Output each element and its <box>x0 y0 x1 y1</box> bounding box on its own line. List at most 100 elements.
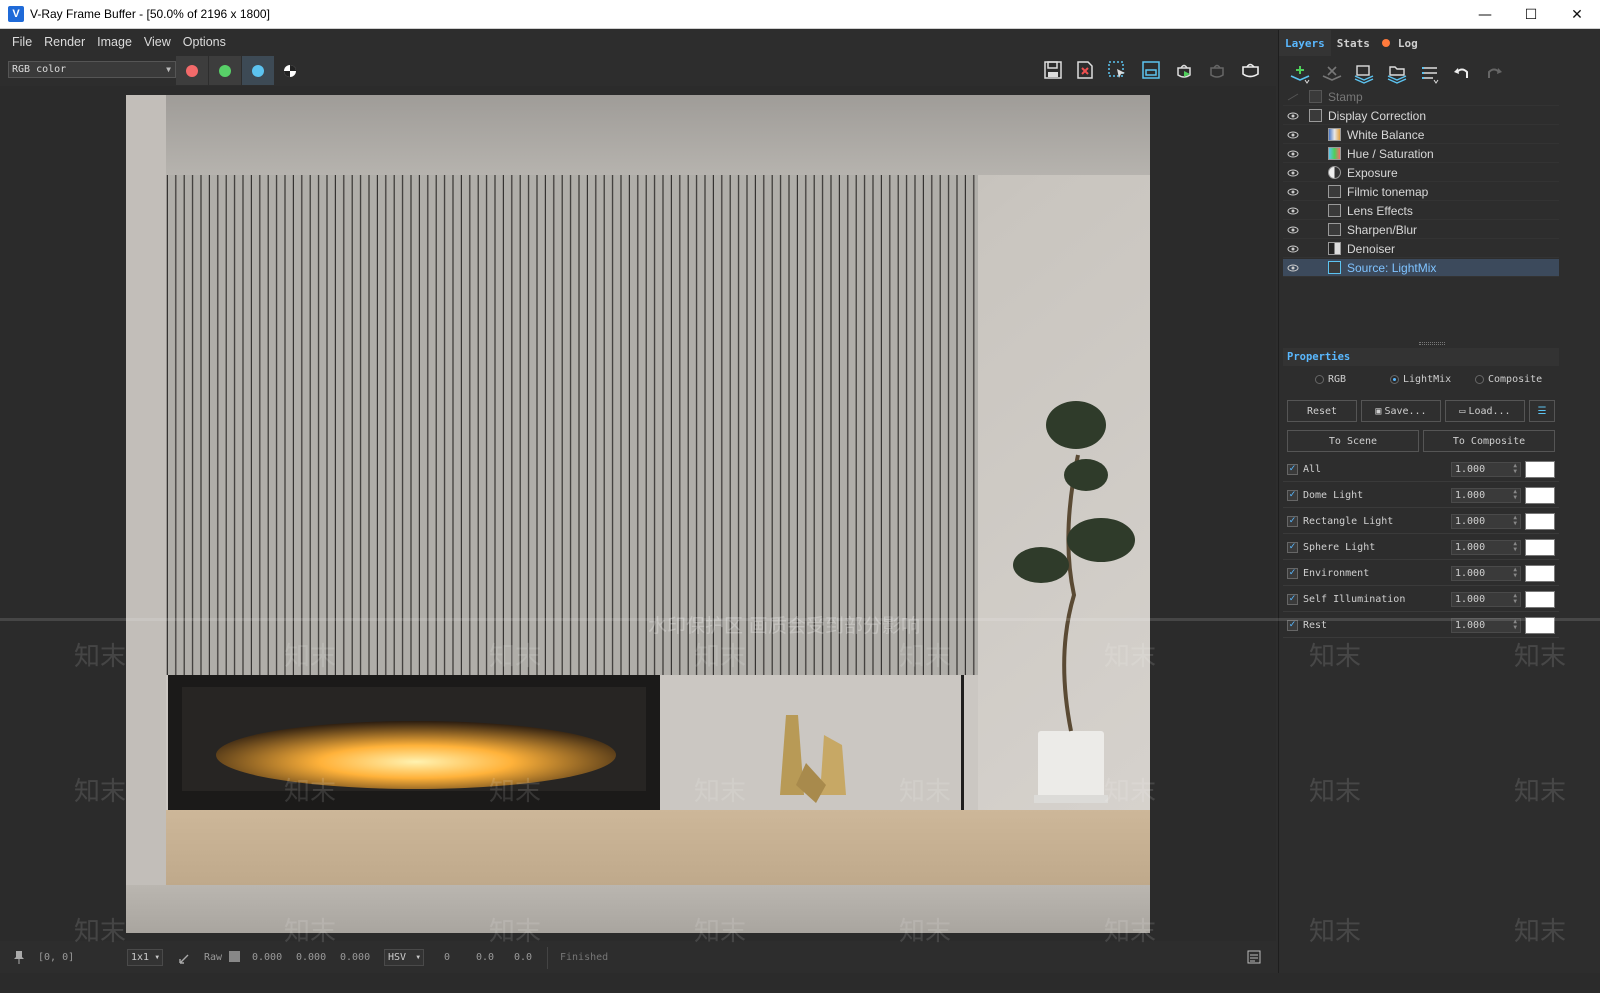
light-color-swatch[interactable] <box>1525 591 1555 608</box>
light-color-swatch[interactable] <box>1525 487 1555 504</box>
light-color-swatch[interactable] <box>1525 513 1555 530</box>
light-color-swatch[interactable] <box>1525 565 1555 582</box>
clear-image-button[interactable] <box>1072 58 1098 82</box>
tab-stats[interactable]: Stats <box>1331 30 1376 56</box>
layer-exposure[interactable]: Exposure <box>1283 164 1559 182</box>
minimize-button[interactable]: — <box>1462 0 1508 29</box>
rendered-image[interactable] <box>126 95 1150 933</box>
eye-icon[interactable] <box>1287 169 1299 177</box>
checkbox-checked-icon[interactable]: ✓ <box>1287 516 1298 527</box>
alpha-channel-button[interactable] <box>274 56 306 85</box>
save-image-button[interactable] <box>1040 58 1066 82</box>
checkbox-checked-icon[interactable]: ✓ <box>1287 594 1298 605</box>
mode-rgb-radio[interactable]: RGB <box>1315 374 1346 385</box>
menu-options[interactable]: Options <box>177 35 232 49</box>
light-color-swatch[interactable] <box>1525 617 1555 634</box>
eye-icon[interactable] <box>1287 226 1299 234</box>
close-button[interactable]: ✕ <box>1554 0 1600 29</box>
layer-stamp[interactable]: Stamp <box>1283 88 1559 106</box>
load-preset-button[interactable]: ▭ Load... <box>1445 400 1525 422</box>
color-picker-icon[interactable] <box>178 949 194 968</box>
eye-icon[interactable] <box>1287 131 1299 139</box>
layer-hue-saturation[interactable]: Hue / Saturation <box>1283 145 1559 163</box>
zoom-select[interactable]: 1x1 ▼ <box>127 949 163 966</box>
menu-image[interactable]: Image <box>91 35 138 49</box>
render-button[interactable] <box>1172 58 1198 82</box>
light-intensity-input[interactable]: 1.000 ▲ ▼ <box>1451 514 1521 529</box>
spinner-icon[interactable]: ▲ ▼ <box>1513 567 1517 579</box>
redo-button[interactable] <box>1479 61 1509 87</box>
menu-view[interactable]: View <box>138 35 177 49</box>
menu-file[interactable]: File <box>6 35 38 49</box>
red-channel-button[interactable] <box>176 56 208 85</box>
load-layer-tree-button[interactable] <box>1382 61 1412 87</box>
menu-render[interactable]: Render <box>38 35 91 49</box>
options-list-button[interactable]: ☰ <box>1529 400 1555 422</box>
pin-icon[interactable] <box>12 949 26 968</box>
light-intensity-input[interactable]: 1.000 ▲ ▼ <box>1451 462 1521 477</box>
layer-source-lightmix[interactable]: Source: LightMix <box>1283 259 1559 277</box>
light-color-swatch[interactable] <box>1525 539 1555 556</box>
mode-composite-radio[interactable]: Composite <box>1475 374 1542 385</box>
spinner-icon[interactable]: ▲ ▼ <box>1513 515 1517 527</box>
save-layer-tree-button[interactable] <box>1349 61 1379 87</box>
light-intensity-input[interactable]: 1.000 ▲ ▼ <box>1451 592 1521 607</box>
chevron-down-icon: ▼ <box>416 954 420 961</box>
layer-sharpen-blur[interactable]: Sharpen/Blur <box>1283 221 1559 239</box>
track-mouse-button[interactable] <box>1138 58 1164 82</box>
eye-hidden-icon[interactable] <box>1287 93 1299 101</box>
interactive-render-button[interactable] <box>1205 58 1231 82</box>
eye-icon[interactable] <box>1287 245 1299 253</box>
tab-layers[interactable]: Layers <box>1279 30 1331 56</box>
white-balance-icon <box>1328 128 1341 141</box>
eye-icon[interactable] <box>1287 188 1299 196</box>
eye-icon[interactable] <box>1287 207 1299 215</box>
panel-splitter[interactable] <box>1419 342 1445 345</box>
spinner-icon[interactable]: ▲ ▼ <box>1513 541 1517 553</box>
layer-label: Lens Effects <box>1347 203 1413 218</box>
light-color-swatch[interactable] <box>1525 461 1555 478</box>
layer-white-balance[interactable]: White Balance <box>1283 126 1559 144</box>
spinner-icon[interactable]: ▲ ▼ <box>1513 619 1517 631</box>
green-channel-button[interactable] <box>209 56 241 85</box>
alpha-icon <box>284 64 296 77</box>
stop-render-button[interactable] <box>1238 58 1264 82</box>
spinner-icon[interactable]: ▲ ▼ <box>1513 489 1517 501</box>
light-intensity-input[interactable]: 1.000 ▲ ▼ <box>1451 566 1521 581</box>
checkbox-checked-icon[interactable]: ✓ <box>1287 464 1298 475</box>
checkbox-checked-icon[interactable]: ✓ <box>1287 490 1298 501</box>
layer-filmic-tonemap[interactable]: Filmic tonemap <box>1283 183 1559 201</box>
light-intensity-input[interactable]: 1.000 ▲ ▼ <box>1451 488 1521 503</box>
delete-layer-button[interactable] <box>1317 61 1347 87</box>
undo-button[interactable] <box>1447 61 1477 87</box>
region-render-button[interactable] <box>1104 58 1130 82</box>
save-preset-button[interactable]: ▣ Save... <box>1361 400 1441 422</box>
to-scene-button[interactable]: To Scene <box>1287 430 1419 452</box>
eye-icon[interactable] <box>1287 150 1299 158</box>
layer-denoiser[interactable]: Denoiser <box>1283 240 1559 258</box>
spinner-icon[interactable]: ▲ ▼ <box>1513 463 1517 475</box>
eye-icon[interactable] <box>1287 112 1299 120</box>
light-intensity-input[interactable]: 1.000 ▲ ▼ <box>1451 618 1521 633</box>
add-layer-button[interactable] <box>1285 61 1315 87</box>
layer-display-correction[interactable]: Display Correction <box>1283 107 1559 125</box>
light-intensity-input[interactable]: 1.000 ▲ ▼ <box>1451 540 1521 555</box>
radio-icon <box>1315 375 1324 384</box>
mode-lightmix-radio[interactable]: LightMix <box>1390 374 1451 385</box>
layer-lens-effects[interactable]: Lens Effects <box>1283 202 1559 220</box>
checkbox-checked-icon[interactable]: ✓ <box>1287 542 1298 553</box>
maximize-button[interactable]: ☐ <box>1508 0 1554 29</box>
reset-button[interactable]: Reset <box>1287 400 1357 422</box>
eye-icon[interactable] <box>1287 264 1299 272</box>
blue-channel-button[interactable] <box>242 56 274 85</box>
color-mode-select[interactable]: HSV ▼ <box>384 949 424 966</box>
log-toggle-icon[interactable] <box>1247 950 1261 967</box>
render-canvas[interactable] <box>0 86 1276 941</box>
layer-presets-button[interactable] <box>1415 61 1445 87</box>
spinner-icon[interactable]: ▲ ▼ <box>1513 593 1517 605</box>
checkbox-checked-icon[interactable]: ✓ <box>1287 620 1298 631</box>
tab-log[interactable]: Log <box>1376 30 1424 56</box>
channel-select[interactable]: RGB color ▼ <box>8 61 176 78</box>
checkbox-checked-icon[interactable]: ✓ <box>1287 568 1298 579</box>
to-composite-button[interactable]: To Composite <box>1423 430 1555 452</box>
